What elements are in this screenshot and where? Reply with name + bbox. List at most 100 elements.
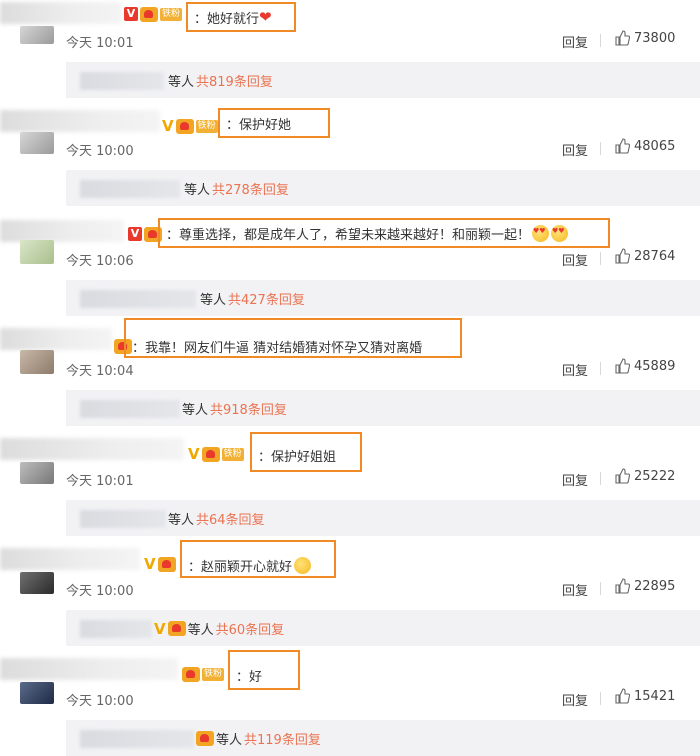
fan-badge-icon: [167, 621, 186, 636]
comment-item: 铁粉 ：好 今天 10:00 回复 15421 等人 共119条回复: [0, 650, 700, 756]
thumbs-up-icon: [615, 688, 630, 704]
sub-replies-count[interactable]: 共427条回复: [228, 289, 305, 308]
verified-badge-icon: V: [188, 445, 200, 463]
sub-replies-users-blurred: [80, 510, 166, 528]
like-button[interactable]: 48065: [614, 138, 675, 154]
comment-text: ：赵丽颖开心就好: [188, 559, 293, 575]
like-button[interactable]: 22895: [614, 578, 675, 594]
reply-button[interactable]: 回复: [562, 360, 588, 379]
username-blurred[interactable]: [0, 548, 140, 570]
thumbs-up-icon: [615, 138, 630, 154]
reply-button[interactable]: 回复: [562, 470, 588, 489]
divider: [600, 692, 601, 705]
thumbs-up-icon: [615, 578, 630, 594]
like-button[interactable]: 73800: [614, 30, 675, 46]
username-blurred[interactable]: [0, 110, 160, 132]
sub-replies-count[interactable]: 共278条回复: [212, 179, 289, 198]
sub-replies-summary[interactable]: 等人 共819条回复: [168, 71, 273, 90]
sub-replies-bar[interactable]: 等人 共119条回复: [66, 720, 700, 756]
comment-time: 今天 10:06: [66, 254, 134, 269]
comment-time: 今天 10:00: [66, 144, 134, 159]
verified-badge-icon: V: [128, 227, 142, 241]
like-count: 48065: [634, 138, 676, 154]
like-count: 15421: [634, 688, 676, 704]
user-badges: V 铁粉: [188, 446, 244, 462]
comment-text: ：她好就行: [194, 11, 260, 27]
fan-label: 铁粉: [221, 447, 244, 461]
sub-replies-count[interactable]: 共119条回复: [244, 729, 321, 748]
sub-replies-bar[interactable]: 等人 共427条回复: [66, 280, 700, 316]
comment-item: V 铁粉 ：保护好她 今天 10:00 回复 48065 等人 共278条回复: [0, 108, 700, 218]
sub-replies-count[interactable]: 共64条回复: [196, 509, 265, 528]
fan-badge-icon: [201, 446, 220, 462]
sub-replies-people: 等人: [168, 513, 195, 528]
sub-replies-count[interactable]: 共60条回复: [216, 619, 285, 638]
comment-time: 今天 10:01: [66, 36, 134, 51]
reply-button[interactable]: 回复: [562, 140, 588, 159]
like-button[interactable]: 15421: [614, 688, 675, 704]
fan-badge-icon: [157, 556, 176, 572]
avatar[interactable]: [20, 682, 54, 704]
avatar[interactable]: [20, 350, 54, 374]
sub-replies-people: 等人: [187, 623, 214, 638]
sub-replies-bar[interactable]: 等人 共64条回复: [66, 500, 700, 536]
divider: [600, 362, 601, 375]
sub-replies-count[interactable]: 共819条回复: [196, 71, 273, 90]
reply-button[interactable]: 回复: [562, 250, 588, 269]
username-blurred[interactable]: [0, 438, 184, 460]
user-badges: V: [128, 226, 162, 242]
sub-replies-bar[interactable]: 等人 共278条回复: [66, 170, 700, 206]
reply-button[interactable]: 回复: [562, 32, 588, 51]
avatar[interactable]: [20, 462, 54, 484]
fan-label: 铁粉: [160, 7, 183, 21]
comment-item: V ：尊重选择，都是成年人了，希望未来越来越好！和丽颖一起！ 今天 10:06 …: [0, 218, 700, 328]
sub-replies-bar[interactable]: V 等人 共60条回复: [66, 610, 700, 646]
username-blurred[interactable]: [0, 220, 124, 242]
like-count: 28764: [634, 248, 676, 264]
username-blurred[interactable]: [0, 2, 122, 24]
sub-replies-summary[interactable]: V 等人 共60条回复: [154, 619, 285, 639]
sub-replies-bar[interactable]: 等人 共819条回复: [66, 62, 700, 98]
comment-text-highlight: ：尊重选择，都是成年人了，希望未来越来越好！和丽颖一起！: [158, 218, 610, 248]
username-blurred[interactable]: [0, 658, 178, 680]
sub-replies-summary[interactable]: 等人 共64条回复: [168, 509, 265, 528]
comment-item: V 铁粉 ：保护好姐姐 今天 10:01 回复 25222 等人 共64条回复: [0, 432, 700, 548]
reply-button[interactable]: 回复: [562, 580, 588, 599]
sub-replies-bar[interactable]: 等人 共918条回复: [66, 390, 700, 426]
reply-button[interactable]: 回复: [562, 690, 588, 709]
avatar[interactable]: [20, 572, 54, 594]
sub-replies-users-blurred: [80, 400, 180, 418]
avatar[interactable]: [20, 132, 54, 154]
divider: [600, 472, 601, 485]
fan-badge-icon: [182, 666, 200, 682]
like-button[interactable]: 45889: [614, 358, 675, 374]
comment-text-highlight: ：我靠！网友们牛逼 猜对结婚猜对怀孕又猜对离婚: [124, 318, 462, 358]
like-count: 25222: [634, 468, 676, 484]
sub-replies-summary[interactable]: 等人 共918条回复: [182, 399, 287, 418]
sub-replies-users-blurred: [80, 72, 164, 90]
sub-replies-summary[interactable]: 等人 共427条回复: [200, 289, 305, 308]
verified-badge-icon: V: [162, 117, 174, 135]
fan-badge-icon: [140, 6, 158, 22]
sub-replies-summary[interactable]: 等人 共119条回复: [196, 729, 321, 748]
love-eyes-emoji-icon: [551, 224, 569, 242]
like-button[interactable]: 28764: [614, 248, 675, 264]
comment-item: V 铁粉 ：她好就行 ❤ 今天 10:01 回复 73800 等人 共819条回…: [0, 0, 700, 110]
comment-text: ：我靠！网友们牛逼 猜对结婚猜对怀孕又猜对离婚: [132, 340, 423, 356]
fan-label: 铁粉: [195, 119, 218, 133]
comment-text-highlight: ：她好就行 ❤: [186, 2, 296, 32]
sub-replies-users-blurred: [80, 620, 152, 638]
sub-replies-people: 等人: [184, 183, 211, 198]
comment-text-highlight: ：保护好姐姐: [250, 432, 362, 472]
sub-replies-summary[interactable]: 等人 共278条回复: [184, 179, 289, 198]
sub-replies-count[interactable]: 共918条回复: [210, 399, 287, 418]
like-button[interactable]: 25222: [614, 468, 675, 484]
divider: [600, 34, 601, 47]
avatar[interactable]: [20, 240, 54, 264]
comment-text: ：保护好她: [226, 117, 292, 133]
verified-badge-icon: V: [144, 555, 156, 573]
avatar[interactable]: [20, 26, 54, 44]
username-blurred[interactable]: [0, 328, 112, 350]
sub-replies-people: 等人: [200, 293, 227, 308]
comment-time: 今天 10:01: [66, 474, 134, 489]
